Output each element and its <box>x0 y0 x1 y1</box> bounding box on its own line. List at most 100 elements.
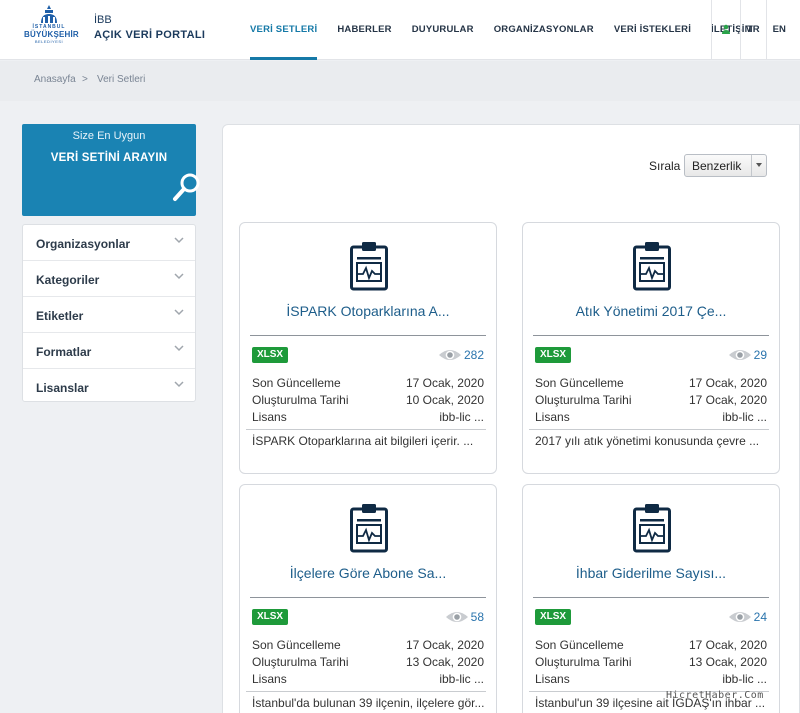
license-row: Lisans ibb-lic ... <box>535 672 767 688</box>
license-value: ibb-lic ... <box>722 410 767 424</box>
main-nav: VERİ SETLERİ HABERLER DUYURULAR ORGANİZA… <box>240 0 763 60</box>
format-badge: XLSX <box>535 609 571 625</box>
nav-veri-setleri[interactable]: VERİ SETLERİ <box>240 0 327 60</box>
breadcrumb-separator: > <box>82 74 88 85</box>
chevron-down-icon <box>174 381 184 388</box>
format-badge: XLSX <box>252 609 288 625</box>
updated-label: Son Güncelleme <box>252 638 341 652</box>
nav-veri-istekleri[interactable]: VERİ İSTEKLERİ <box>604 0 701 60</box>
lang-tr[interactable]: TR <box>741 0 766 60</box>
created-value: 13 Ocak, 2020 <box>688 655 767 669</box>
nav-haberler[interactable]: HABERLER <box>327 0 401 60</box>
created-row: Oluşturulma Tarihi 13 Ocak, 2020 <box>535 655 767 671</box>
filter-kategoriler[interactable]: Kategoriler <box>23 261 195 297</box>
updated-row: Son Güncelleme 17 Ocak, 2020 <box>252 376 484 392</box>
dataset-title[interactable]: İhbar Giderilme Sayısı... <box>533 565 769 581</box>
dataset-description: İSPARK Otoparklarına ait bilgileri içeri… <box>252 434 474 448</box>
sort-label: Sırala <box>649 159 681 173</box>
dataset-card[interactable]: İSPARK Otoparklarına A... XLSX 282 Son G… <box>239 222 497 474</box>
ibb-logo[interactable]: İSTANBUL BÜYÜKŞEHİR BELEDİYESİ <box>24 4 79 54</box>
filter-label: Etiketler <box>36 309 84 323</box>
updated-label: Son Güncelleme <box>535 376 624 390</box>
card-divider <box>250 597 486 598</box>
created-value: 17 Ocak, 2020 <box>688 393 767 407</box>
watermark: HicretHaber.Com <box>666 690 764 701</box>
top-navbar: İSTANBUL BÜYÜKŞEHİR BELEDİYESİ İBB AÇIK … <box>0 0 800 60</box>
user-icon[interactable] <box>712 24 740 37</box>
filter-organizasyonlar[interactable]: Organizasyonlar <box>23 225 195 261</box>
card-divider <box>246 429 486 430</box>
license-row: Lisans ibb-lic ... <box>535 410 767 426</box>
breadcrumb-current: Veri Setleri <box>97 74 146 85</box>
filter-label: Formatlar <box>36 345 92 359</box>
view-count-value: 58 <box>470 610 484 624</box>
filter-label: Lisanslar <box>36 381 89 395</box>
view-count: 24 <box>728 609 767 625</box>
nav-duyurular[interactable]: DUYURULAR <box>402 0 484 60</box>
logo-line-3: BELEDİYESİ <box>34 39 64 44</box>
sort-select[interactable]: Benzerlik <box>684 154 767 177</box>
search-panel: Size En Uygun VERİ SETİNİ ARAYIN <box>22 124 200 320</box>
updated-row: Son Güncelleme 17 Ocak, 2020 <box>252 638 484 654</box>
nav-right: TR EN <box>711 0 792 60</box>
dataset-description: 2017 yılı atık yönetimi konusunda çevre … <box>535 434 760 448</box>
dataset-title[interactable]: Atık Yönetimi 2017 Çe... <box>533 303 769 319</box>
lang-en[interactable]: EN <box>767 0 792 60</box>
breadcrumb-home[interactable]: Anasayfa <box>34 74 76 85</box>
breadcrumb: Anasayfa > Veri Setleri <box>0 61 800 101</box>
view-count: 29 <box>728 347 767 363</box>
filter-label: Kategoriler <box>36 273 100 287</box>
dataset-list-panel: Sırala Benzerlik İSPARK Otoparklarına A.… <box>222 124 800 713</box>
filter-panel: Organizasyonlar Kategoriler Etiketler Fo… <box>22 224 196 402</box>
filter-etiketler[interactable]: Etiketler <box>23 297 195 333</box>
chevron-down-icon <box>174 273 184 280</box>
chevron-down-icon <box>174 309 184 316</box>
created-row: Oluşturulma Tarihi 13 Ocak, 2020 <box>252 655 484 671</box>
view-count-value: 24 <box>753 610 767 624</box>
nav-organizasyonlar[interactable]: ORGANİZASYONLAR <box>484 0 604 60</box>
card-divider <box>529 429 769 430</box>
portal-brand[interactable]: İBB AÇIK VERİ PORTALI <box>94 14 205 43</box>
card-divider <box>250 335 486 336</box>
created-label: Oluşturulma Tarihi <box>535 393 632 407</box>
updated-label: Son Güncelleme <box>535 638 624 652</box>
format-badge: XLSX <box>535 347 571 363</box>
dataset-description: İstanbul'da bulunan 39 ilçenin, ilçelere… <box>252 696 484 710</box>
created-row: Oluşturulma Tarihi 10 Ocak, 2020 <box>252 393 484 409</box>
chevron-down-icon <box>174 345 184 352</box>
sort-value: Benzerlik <box>692 159 742 173</box>
format-badge: XLSX <box>252 347 288 363</box>
license-label: Lisans <box>252 410 287 424</box>
license-label: Lisans <box>535 410 570 424</box>
dataset-card[interactable]: İhbar Giderilme Sayısı... XLSX 24 Son Gü… <box>522 484 780 713</box>
created-value: 13 Ocak, 2020 <box>405 655 484 669</box>
dataset-title[interactable]: İSPARK Otoparklarına A... <box>250 303 486 319</box>
updated-value: 17 Ocak, 2020 <box>688 376 767 390</box>
license-value: ibb-lic ... <box>439 410 484 424</box>
chevron-down-icon <box>751 155 766 176</box>
clipboard-chart-icon <box>633 504 671 553</box>
dataset-title[interactable]: İlçelere Göre Abone Sa... <box>250 565 486 581</box>
card-divider <box>533 335 769 336</box>
updated-value: 17 Ocak, 2020 <box>405 376 484 390</box>
license-value: ibb-lic ... <box>722 672 767 686</box>
license-label: Lisans <box>252 672 287 686</box>
chevron-down-icon <box>174 237 184 244</box>
filter-lisanslar[interactable]: Lisanslar <box>23 369 195 401</box>
eye-icon <box>445 612 468 622</box>
view-count-value: 282 <box>463 348 484 362</box>
updated-value: 17 Ocak, 2020 <box>688 638 767 652</box>
license-value: ibb-lic ... <box>439 672 484 686</box>
clipboard-chart-icon <box>350 242 388 291</box>
brand-short: İBB <box>94 14 112 26</box>
license-row: Lisans ibb-lic ... <box>252 672 484 688</box>
search-icon[interactable] <box>170 170 204 204</box>
ibb-emblem-icon <box>41 5 57 23</box>
created-label: Oluşturulma Tarihi <box>252 655 349 669</box>
filter-formatlar[interactable]: Formatlar <box>23 333 195 369</box>
updated-row: Son Güncelleme 17 Ocak, 2020 <box>535 376 767 392</box>
dataset-card[interactable]: İlçelere Göre Abone Sa... XLSX 58 Son Gü… <box>239 484 497 713</box>
license-label: Lisans <box>535 672 570 686</box>
dataset-card[interactable]: Atık Yönetimi 2017 Çe... XLSX 29 Son Gün… <box>522 222 780 474</box>
created-label: Oluşturulma Tarihi <box>252 393 349 407</box>
